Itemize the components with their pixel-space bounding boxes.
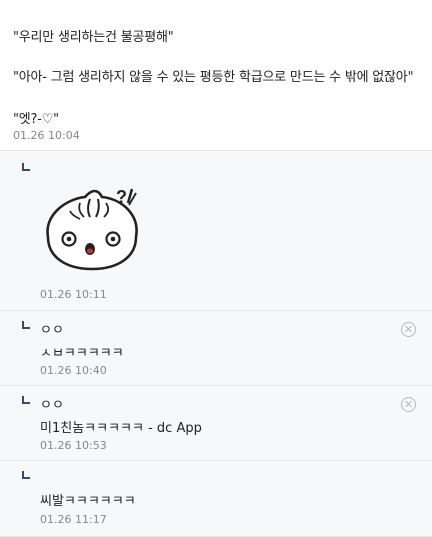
reply-arrow-icon <box>22 321 30 329</box>
reply-author: ㅇㅇ <box>40 323 64 338</box>
reply-timestamp: 01.26 11:17 <box>40 513 107 526</box>
post-timestamp: 01.26 10:04 <box>13 129 80 142</box>
reply-timestamp: 01.26 10:40 <box>40 364 107 377</box>
original-post: "우리만 생리하는건 불공평해" "아아- 그럼 생리하지 않을 수 있는 평등… <box>0 0 432 151</box>
reply-timestamp: 01.26 10:11 <box>40 288 107 301</box>
reply-arrow-icon <box>22 471 30 479</box>
reply-content: 씨발ㅋㅋㅋㅋㅋㅋ <box>40 494 136 509</box>
reply-timestamp: 01.26 10:53 <box>40 439 107 452</box>
reply-content: 미1친놈ㅋㅋㅋㅋㅋ - dc App <box>40 421 202 436</box>
reply-item: ? 01.26 10:11 <box>0 151 432 311</box>
reply-content: ㅅㅂㅋㅋㅋㅋㅋ <box>40 346 124 361</box>
dumpling-surprised-sticker: ? <box>46 187 138 271</box>
close-circle-icon[interactable]: ✕ <box>401 322 416 337</box>
post-line-2: "아아- 그럼 생리하지 않을 수 있는 평등한 학급으로 만드는 수 밖에 없… <box>13 70 414 85</box>
reply-arrow-icon <box>22 163 30 171</box>
post-line-1: "우리만 생리하는건 불공평해" <box>13 30 174 45</box>
reply-item: ㅇㅇ ㅅㅂㅋㅋㅋㅋㅋ 01.26 10:40 ✕ <box>0 311 432 386</box>
reply-item: ㅇㅇ 미1친놈ㅋㅋㅋㅋㅋ - dc App 01.26 10:53 ✕ <box>0 386 432 461</box>
svg-text:?: ? <box>116 187 127 207</box>
post-line-3: "엣?-♡" <box>13 112 59 127</box>
reply-arrow-icon <box>22 396 30 404</box>
reply-author: ㅇㅇ <box>40 398 64 413</box>
close-circle-icon[interactable]: ✕ <box>401 397 416 412</box>
reply-item: 씨발ㅋㅋㅋㅋㅋㅋ 01.26 11:17 <box>0 461 432 537</box>
